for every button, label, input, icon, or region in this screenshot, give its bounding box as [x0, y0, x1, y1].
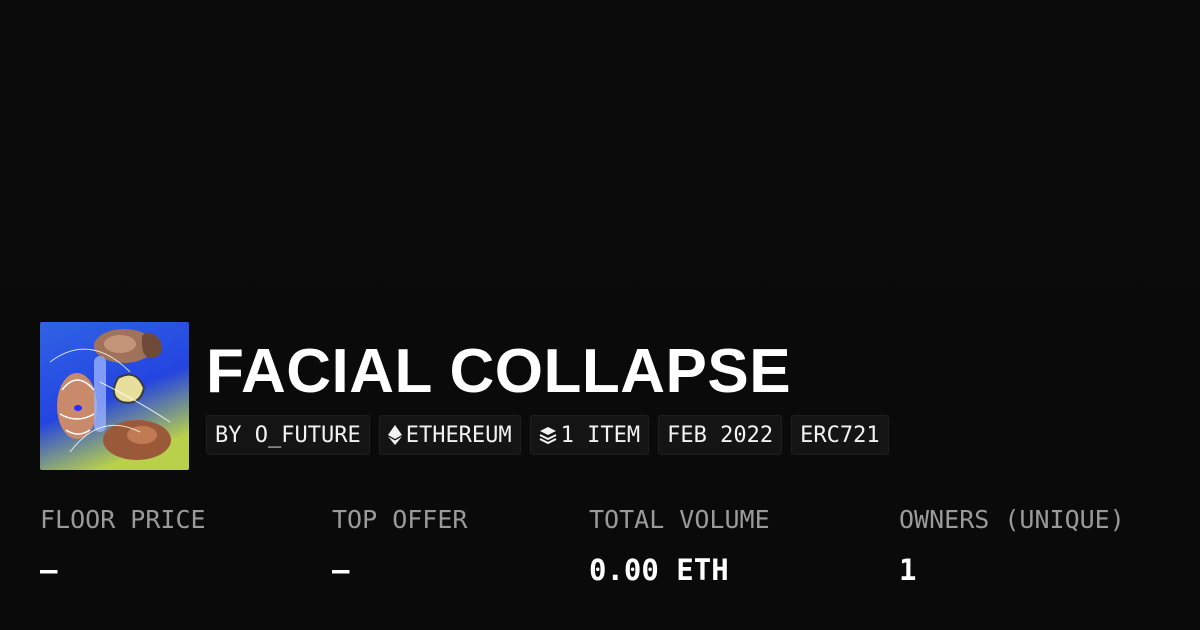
- collection-thumbnail[interactable]: [40, 322, 189, 470]
- date-tag-label: FEB 2022: [667, 422, 774, 448]
- item-count-label: 1 ITEM: [560, 422, 641, 448]
- item-count-tag[interactable]: 1 ITEM: [529, 415, 650, 455]
- top-offer-value: –: [332, 553, 350, 587]
- standard-tag-label: ERC721: [800, 422, 880, 448]
- collection-artwork: [40, 322, 189, 470]
- collection-tags: BY O_FUTURE ETHEREUM 1 ITEM FEB 2022 ERC…: [206, 415, 889, 455]
- collection-title: FACIAL COLLAPSE: [206, 337, 792, 406]
- floor-price-value: –: [40, 553, 58, 587]
- chain-tag-label: ETHEREUM: [405, 422, 512, 448]
- owners-label: OWNERS (UNIQUE): [899, 505, 1125, 534]
- owners-value: 1: [899, 553, 917, 587]
- top-offer-label: TOP OFFER: [332, 505, 468, 534]
- total-volume-label: TOTAL VOLUME: [589, 505, 770, 534]
- og-card: FACIAL COLLAPSE BY O_FUTURE ETHEREUM 1 I…: [0, 0, 1200, 630]
- date-tag: FEB 2022: [658, 415, 783, 455]
- floor-price-label: FLOOR PRICE: [40, 505, 206, 534]
- ethereum-icon: [387, 425, 402, 445]
- creator-tag[interactable]: BY O_FUTURE: [206, 415, 370, 455]
- chain-tag[interactable]: ETHEREUM: [378, 415, 521, 455]
- total-volume-value: 0.00 ETH: [589, 553, 729, 587]
- layers-icon: [539, 425, 557, 445]
- creator-tag-label: BY O_FUTURE: [215, 422, 361, 448]
- standard-tag: ERC721: [791, 415, 889, 455]
